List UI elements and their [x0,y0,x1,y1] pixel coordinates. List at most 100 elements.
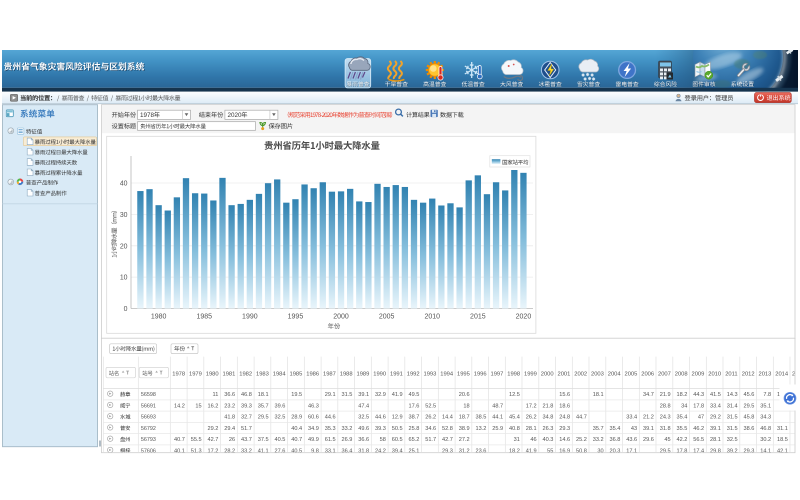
svg-text:1995: 1995 [457,372,470,378]
svg-text:31.5: 31.5 [727,415,738,421]
svg-text:55.5: 55.5 [191,437,202,443]
svg-text:49.5: 49.5 [408,392,419,398]
svg-text:12.9: 12.9 [392,415,403,421]
svg-text:39.3: 39.3 [375,426,386,432]
svg-text:31.1: 31.1 [777,426,788,432]
svg-text:1978: 1978 [172,372,185,378]
svg-text:33.4: 33.4 [710,403,721,409]
svg-text:24.3: 24.3 [660,415,671,421]
svg-text:33.2: 33.2 [341,426,352,432]
svg-text:25.8: 25.8 [408,426,419,432]
svg-text:52.8: 52.8 [442,426,453,432]
svg-text:35.5: 35.5 [676,426,687,432]
svg-text:1997: 1997 [490,372,503,378]
svg-text:20: 20 [120,243,128,250]
svg-text:36.6: 36.6 [358,437,369,443]
svg-text:34.6: 34.6 [425,426,436,432]
svg-text:40: 40 [120,181,128,188]
svg-text:41.9: 41.9 [392,392,403,398]
svg-text:49.9: 49.9 [308,437,319,443]
svg-text:45.8: 45.8 [743,415,754,421]
svg-text:1987: 1987 [323,372,336,378]
svg-text:32.9: 32.9 [375,392,386,398]
svg-text:41.8: 41.8 [224,415,235,421]
svg-text:28.1: 28.1 [710,437,721,443]
svg-text:40.7: 40.7 [174,437,185,443]
svg-text:15: 15 [195,403,201,409]
svg-text:29.1: 29.1 [325,392,336,398]
svg-text:30: 30 [120,212,128,219]
svg-text:31.5: 31.5 [727,426,738,432]
svg-text:39.3: 39.3 [241,403,252,409]
svg-text:61.5: 61.5 [325,437,336,443]
svg-text:52.5: 52.5 [425,403,436,409]
svg-text:49.6: 49.6 [358,426,369,432]
svg-text:45.6: 45.6 [743,392,754,398]
svg-text:2012: 2012 [742,372,755,378]
svg-text:58: 58 [380,437,386,443]
svg-text:36.6: 36.6 [224,392,235,398]
svg-text:44.7: 44.7 [576,415,587,421]
svg-text:60.6: 60.6 [308,415,319,421]
svg-text:2004: 2004 [608,372,622,378]
svg-text:39.6: 39.6 [274,403,285,409]
svg-text:36.8: 36.8 [609,437,620,443]
svg-text:12.5: 12.5 [509,392,520,398]
svg-text:35.7: 35.7 [258,403,269,409]
svg-text:2006: 2006 [641,372,654,378]
svg-text:34.9: 34.9 [308,426,319,432]
svg-text:37.5: 37.5 [258,437,269,443]
svg-text:32.5: 32.5 [358,415,369,421]
svg-text:39.1: 39.1 [643,426,654,432]
svg-text:34.3: 34.3 [760,415,771,421]
svg-text:33.4: 33.4 [626,415,637,421]
svg-text:26: 26 [229,437,235,443]
svg-text:2009: 2009 [691,372,704,378]
svg-text:2014: 2014 [775,372,789,378]
svg-text:32.7: 32.7 [241,415,252,421]
svg-text:47: 47 [698,415,704,421]
svg-text:34.8: 34.8 [542,415,553,421]
svg-text:14.3: 14.3 [727,392,738,398]
svg-text:43: 43 [631,426,637,432]
svg-text:38.5: 38.5 [475,415,486,421]
svg-text:13.2: 13.2 [475,426,486,432]
svg-text:35.1: 35.1 [760,403,771,409]
svg-text:1985: 1985 [196,314,212,321]
svg-text:56793: 56793 [141,437,156,443]
svg-text:39.1: 39.1 [358,392,369,398]
svg-text:31.4: 31.4 [727,403,738,409]
svg-text:1980: 1980 [151,314,167,321]
svg-text:2010: 2010 [424,314,440,321]
svg-text:1998: 1998 [507,372,520,378]
svg-text:1978: 1978 [140,112,155,119]
svg-text:1986: 1986 [306,372,319,378]
svg-text:41.5: 41.5 [710,392,721,398]
svg-text:15.6: 15.6 [559,392,570,398]
svg-text:26.3: 26.3 [542,426,553,432]
svg-text:43.7: 43.7 [241,437,252,443]
svg-text:2000: 2000 [541,372,554,378]
svg-text:18.1: 18.1 [593,392,604,398]
svg-text:42.7: 42.7 [207,437,218,443]
svg-text:33.2: 33.2 [593,437,604,443]
svg-text:1995: 1995 [288,314,304,321]
svg-text:31.8: 31.8 [660,426,671,432]
svg-text:1983: 1983 [256,372,269,378]
svg-text:14.2: 14.2 [174,403,185,409]
svg-text:2015: 2015 [470,314,486,321]
svg-text:2013: 2013 [758,372,771,378]
svg-text:51.7: 51.7 [241,426,252,432]
svg-text:24.8: 24.8 [559,415,570,421]
svg-text:29.2: 29.2 [710,415,721,421]
svg-text:18.5: 18.5 [777,437,788,443]
svg-text:18.7: 18.7 [459,415,470,421]
svg-text:45.4: 45.4 [509,415,520,421]
svg-text:40.8: 40.8 [509,426,520,432]
svg-text:40.5: 40.5 [274,437,285,443]
svg-text:2005: 2005 [624,372,637,378]
svg-text:26.9: 26.9 [341,437,352,443]
svg-text:65.2: 65.2 [408,437,419,443]
svg-text:2020: 2020 [516,314,532,321]
svg-text:35.3: 35.3 [325,426,336,432]
